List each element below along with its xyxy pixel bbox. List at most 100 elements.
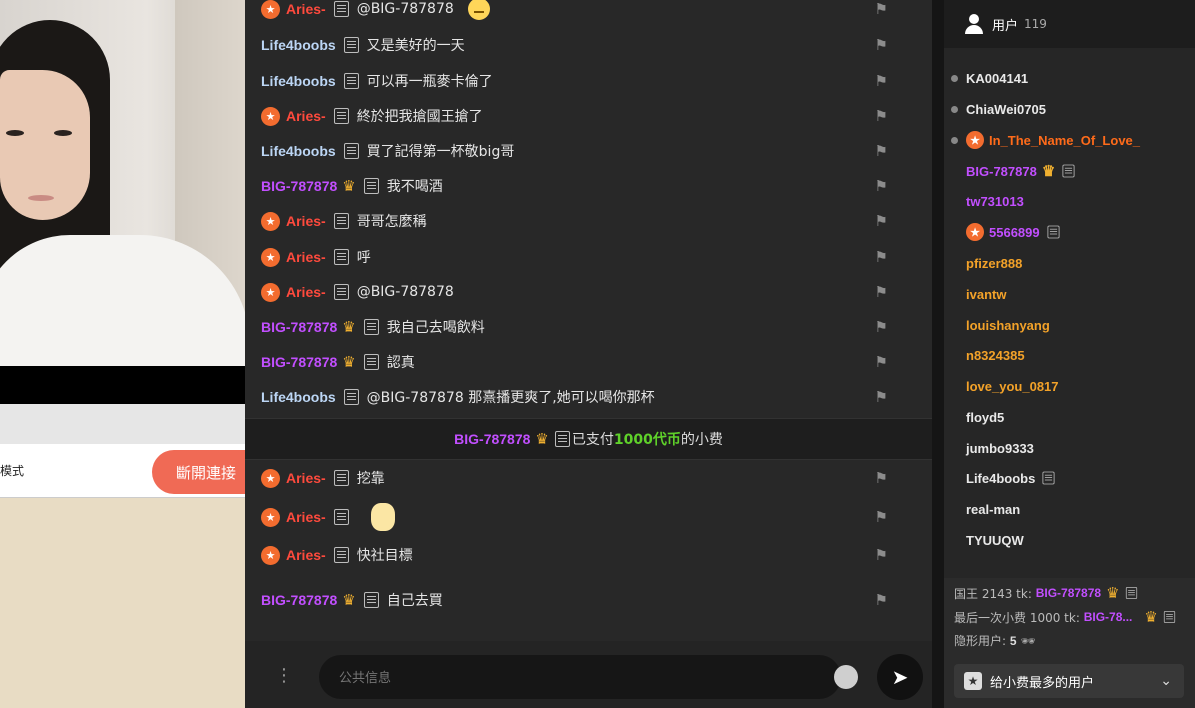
report-flag-icon[interactable]: ⚑	[875, 318, 888, 336]
chat-username[interactable]: Life4boobs	[261, 389, 336, 405]
user-list-item[interactable]: KA004141	[944, 64, 1195, 92]
chat-username[interactable]: Aries-	[286, 470, 326, 486]
user-list-item[interactable]: love_you_0817	[944, 372, 1195, 400]
user-list-item[interactable]: Life4boobs	[944, 464, 1195, 492]
report-flag-icon[interactable]: ⚑	[875, 508, 888, 526]
note-icon	[1163, 611, 1175, 623]
user-list-item[interactable]: ChiaWei0705	[944, 95, 1195, 123]
chat-username[interactable]: BIG-787878	[261, 592, 337, 608]
chat-username[interactable]: BIG-787878	[261, 354, 337, 370]
user-list-item[interactable]: ★ In_The_Name_Of_Love_	[944, 126, 1195, 154]
user-list-item[interactable]: real-man	[944, 495, 1195, 523]
user-list-item[interactable]: pfizer888	[944, 249, 1195, 277]
chat-username[interactable]: Aries-	[286, 213, 326, 229]
chat-text: 哥哥怎麼稱	[356, 214, 427, 230]
chat-text: 自己去買	[386, 593, 443, 609]
chat-input-bar: ⋮ ➤	[245, 641, 932, 708]
report-flag-icon[interactable]: ⚑	[875, 469, 888, 487]
tip-username[interactable]: BIG-787878	[454, 431, 530, 447]
star-icon: ★	[966, 223, 984, 241]
report-flag-icon[interactable]: ⚑	[875, 283, 888, 301]
hidden-count: 5	[1009, 633, 1017, 648]
user-list-item[interactable]: tw731013	[944, 187, 1195, 215]
crown-icon: ♛	[1041, 163, 1056, 180]
note-icon	[343, 389, 359, 405]
chat-username[interactable]: Aries-	[286, 1, 326, 17]
star-icon: ★	[261, 545, 280, 565]
chat-message: BIG-787878 ♛ 我不喝酒 ⚑	[261, 170, 932, 202]
note-icon	[333, 249, 349, 265]
report-flag-icon[interactable]: ⚑	[875, 212, 888, 230]
users-header: 用户 119	[944, 0, 1195, 48]
chat-text: 我自己去喝飲料	[386, 320, 485, 336]
king-info: 国王 2143 tk: BIG-787878 ♛	[954, 584, 1143, 602]
emoji-picker-icon[interactable]	[834, 665, 858, 689]
chat-text: 可以再一瓶麥卡倫了	[366, 74, 493, 90]
report-flag-icon[interactable]: ⚑	[875, 142, 888, 160]
report-flag-icon[interactable]: ⚑	[875, 72, 888, 90]
user-list-item[interactable]: ivantw	[944, 280, 1195, 308]
chat-message: ★ Aries- 挖靠 ⚑	[261, 462, 932, 494]
star-icon: ★	[964, 672, 982, 690]
report-flag-icon[interactable]: ⚑	[875, 177, 888, 195]
chat-username[interactable]: BIG-787878	[261, 178, 337, 194]
last-tip-info: 最后一次小费 1000 tk: BIG-78... ♛	[954, 608, 1181, 626]
report-flag-icon[interactable]: ⚑	[875, 546, 888, 564]
chat-message: ★ Aries- 呼 ⚑	[261, 241, 932, 273]
last-tip-label: 最后一次小费 1000 tk:	[954, 610, 1080, 625]
disconnect-button[interactable]: 斷開連接	[152, 450, 252, 494]
note-icon	[333, 509, 349, 525]
chat-text: @BIG-787878 那熹播更爽了,她可以喝你那杯	[366, 390, 655, 406]
note-icon	[363, 319, 379, 335]
scrollbar[interactable]	[932, 0, 944, 708]
incognito-icon: 🕶	[1020, 633, 1036, 648]
chat-username[interactable]: Aries-	[286, 284, 326, 300]
report-flag-icon[interactable]: ⚑	[875, 388, 888, 406]
note-icon	[1042, 471, 1055, 485]
send-button[interactable]: ➤	[877, 654, 923, 700]
report-flag-icon[interactable]: ⚑	[875, 0, 888, 18]
mode-row: 模式 斷開連接	[0, 444, 252, 498]
last-tip-user[interactable]: BIG-78...	[1084, 610, 1133, 624]
report-flag-icon[interactable]: ⚑	[875, 591, 888, 609]
report-flag-icon[interactable]: ⚑	[875, 36, 888, 54]
user-list-item[interactable]: n8324385	[944, 341, 1195, 369]
chat-username[interactable]: Life4boobs	[261, 37, 336, 53]
more-options-icon[interactable]: ⋮	[275, 665, 293, 686]
user-list-item[interactable]: louishanyang	[944, 311, 1195, 339]
user-name: In_The_Name_Of_Love_	[989, 132, 1141, 148]
chat-username[interactable]: BIG-787878	[261, 319, 337, 335]
user-list-item[interactable]: ★ 5566899	[944, 218, 1195, 246]
user-name: Life4boobs	[966, 470, 1036, 486]
user-name: ivantw	[966, 286, 1007, 302]
user-list-item[interactable]: floyd5	[944, 403, 1195, 431]
chat-username[interactable]: Aries-	[286, 108, 326, 124]
user-list-item[interactable]: BIG-787878 ♛	[944, 157, 1195, 185]
chat-username[interactable]: Aries-	[286, 547, 326, 563]
chat-input[interactable]	[319, 655, 841, 699]
chat-username[interactable]: Life4boobs	[261, 143, 336, 159]
chat-message: Life4boobs @BIG-787878 那熹播更爽了,她可以喝你那杯 ⚑	[261, 381, 932, 413]
user-name: love_you_0817	[966, 378, 1059, 394]
star-icon: ★	[261, 0, 280, 19]
chat-text: 呼	[356, 250, 371, 266]
user-list-item[interactable]: TYUUQW	[944, 526, 1195, 554]
star-icon: ★	[261, 247, 280, 267]
user-name: TYUUQW	[966, 532, 1024, 548]
report-flag-icon[interactable]: ⚑	[875, 353, 888, 371]
chat-username[interactable]: Life4boobs	[261, 73, 336, 89]
king-label: 国王 2143 tk:	[954, 586, 1032, 601]
chat-username[interactable]: Aries-	[286, 249, 326, 265]
report-flag-icon[interactable]: ⚑	[875, 107, 888, 125]
king-user[interactable]: BIG-787878	[1036, 586, 1101, 600]
crown-icon: ♛	[535, 430, 549, 448]
note-icon	[333, 213, 349, 229]
top-tippers-dropdown[interactable]: ★ 给小费最多的用户 ⌄	[954, 664, 1184, 698]
report-flag-icon[interactable]: ⚑	[875, 248, 888, 266]
chat-message: ★ Aries- 快社目標 ⚑	[261, 539, 932, 571]
user-list-item[interactable]: jumbo9333	[944, 434, 1195, 462]
crown-icon: ♛	[1144, 608, 1158, 626]
chat-panel: ★ Aries- @BIG-787878 ⚑ Life4boobs 又是美好的一…	[245, 0, 932, 708]
note-icon	[333, 470, 349, 486]
chat-username[interactable]: Aries-	[286, 509, 326, 525]
